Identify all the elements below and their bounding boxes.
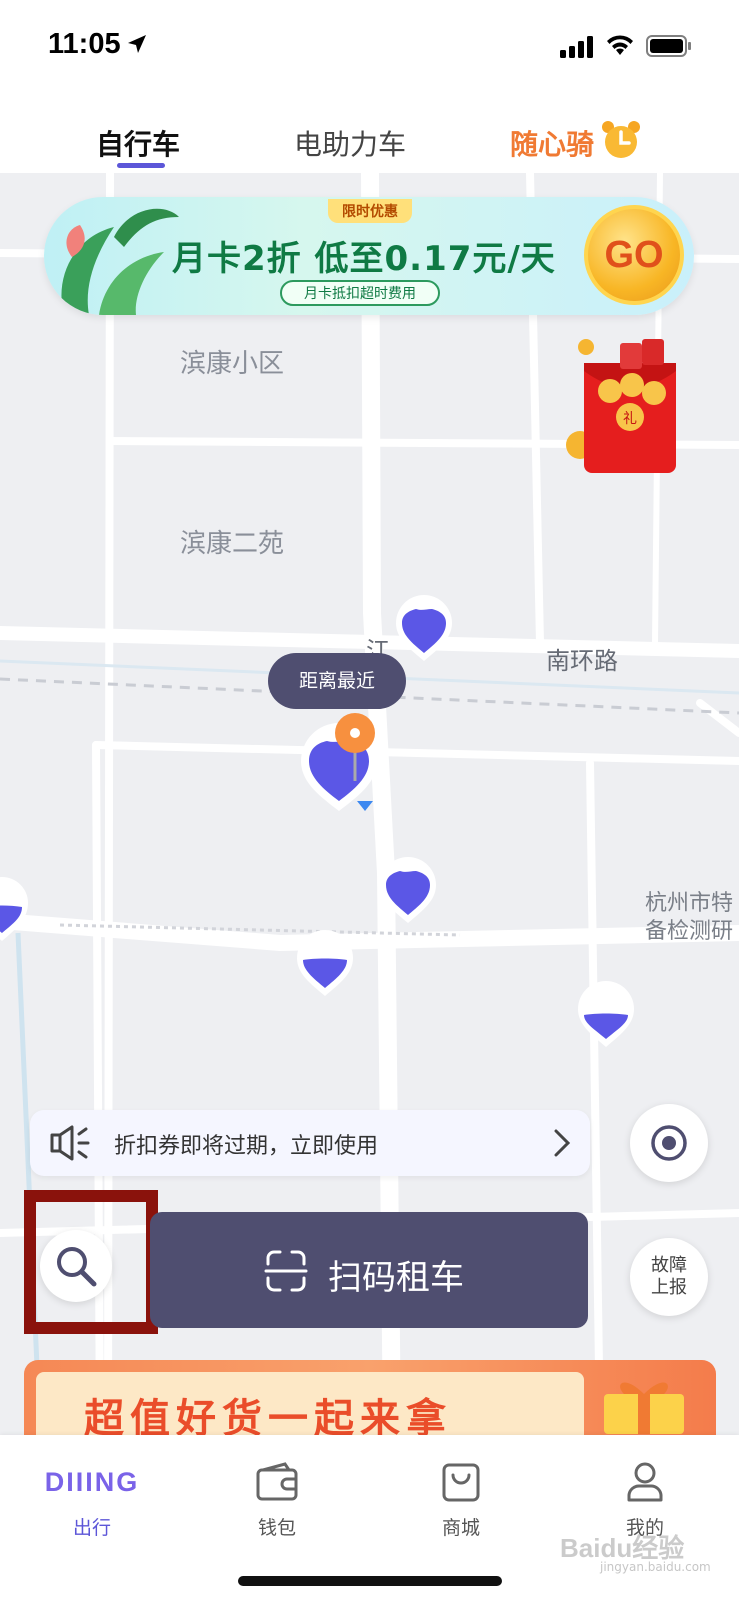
scan-to-rent-button[interactable]: 扫码租车 [150, 1212, 588, 1328]
goods-promo-banner[interactable]: 超值好货一起来拿 [24, 1360, 716, 1435]
wallet-icon [256, 1462, 298, 1501]
bike-marker-icon[interactable] [392, 593, 456, 665]
chevron-right-icon [554, 1129, 571, 1157]
promo-tag: 限时优惠 [328, 199, 412, 223]
gift-box-icon [604, 1382, 684, 1434]
scan-label: 扫码租车 [328, 1258, 464, 1298]
notice-text: 折扣券即将过期，立即使用 [114, 1134, 379, 1159]
shopping-bag-icon [442, 1463, 480, 1502]
cellular-signal-icon [560, 36, 593, 58]
tabbar-item-wallet[interactable]: 钱包 [217, 1457, 337, 1540]
fault-report-button[interactable]: 故障 上报 [630, 1238, 708, 1316]
location-arrow-icon [128, 35, 146, 53]
status-bar: 11:05 [0, 0, 739, 95]
promo-title: 月卡2折 低至0.17元/天 [172, 239, 556, 279]
bike-marker-icon[interactable] [376, 855, 440, 927]
red-packet-icon[interactable]: 礼 [560, 333, 710, 483]
annotation-highlight-box [24, 1190, 158, 1334]
map-label-binkang-eryuan: 滨康二苑 [180, 529, 285, 559]
battery-icon [646, 35, 691, 57]
scan-icon [264, 1250, 308, 1292]
map-label-hangzhou-line2: 备检测研 [645, 919, 734, 944]
tabbar-item-travel[interactable]: DIIING 出行 [32, 1457, 152, 1540]
home-indicator [238, 1576, 502, 1586]
tab-bike[interactable]: 自行车 [96, 123, 180, 163]
red-packet-label: 礼 [623, 411, 637, 427]
locate-target-icon [651, 1125, 687, 1161]
map-label-nanhuan-road: 南环路 [546, 647, 618, 675]
bike-marker-icon[interactable] [0, 873, 30, 945]
diiing-logo: DIIING [44, 1466, 140, 1497]
tabbar-item-mall[interactable]: 商城 [401, 1457, 521, 1540]
locate-me-button[interactable] [630, 1104, 708, 1182]
nearest-tooltip: 距离最近 [268, 653, 406, 709]
status-time: 11:05 [48, 28, 121, 60]
bike-marker-icon[interactable] [293, 928, 357, 1000]
tabbar-label-wallet: 钱包 [257, 1517, 296, 1539]
goods-banner-text: 超值好货一起来拿 [84, 1396, 452, 1435]
user-icon [627, 1462, 663, 1502]
tabbar-label-travel: 出行 [72, 1517, 111, 1539]
bike-marker-icon[interactable] [574, 979, 638, 1051]
active-tab-indicator [117, 163, 165, 168]
monthly-card-promo-banner[interactable]: 限时优惠 月卡2折 低至0.17元/天 月卡抵扣超时费用 GO [44, 197, 694, 315]
report-label-line2: 上报 [651, 1277, 687, 1298]
leaves-decoration-icon [61, 208, 179, 315]
coupon-expiry-notice[interactable]: 折扣券即将过期，立即使用 [30, 1110, 590, 1176]
tabbar-label-mall: 商城 [441, 1517, 480, 1539]
tab-ride-anytime[interactable]: 随心骑 [510, 123, 594, 163]
vehicle-tabs: 自行车 电助力车 随心骑 [0, 95, 739, 173]
map-label-binkang-xiaoqu: 滨康小区 [180, 349, 285, 379]
nearest-bike-marker-icon[interactable] [295, 711, 391, 821]
map-view[interactable]: 滨康小区 滨康二苑 南环路 江 杭州市特 备检测研 限时优惠 月卡2折 低至0.… [0, 173, 739, 1435]
wifi-icon [607, 35, 633, 55]
promo-subtitle: 月卡抵扣超时费用 [280, 280, 440, 306]
alarm-clock-icon[interactable] [600, 119, 642, 161]
report-label-line1: 故障 [651, 1255, 687, 1276]
speaker-icon [50, 1125, 90, 1161]
baidu-watermark-url: jingyan.baidu.com [600, 1560, 711, 1574]
promo-go-button[interactable]: GO [584, 205, 684, 305]
tab-ebike[interactable]: 电助力车 [294, 123, 406, 163]
